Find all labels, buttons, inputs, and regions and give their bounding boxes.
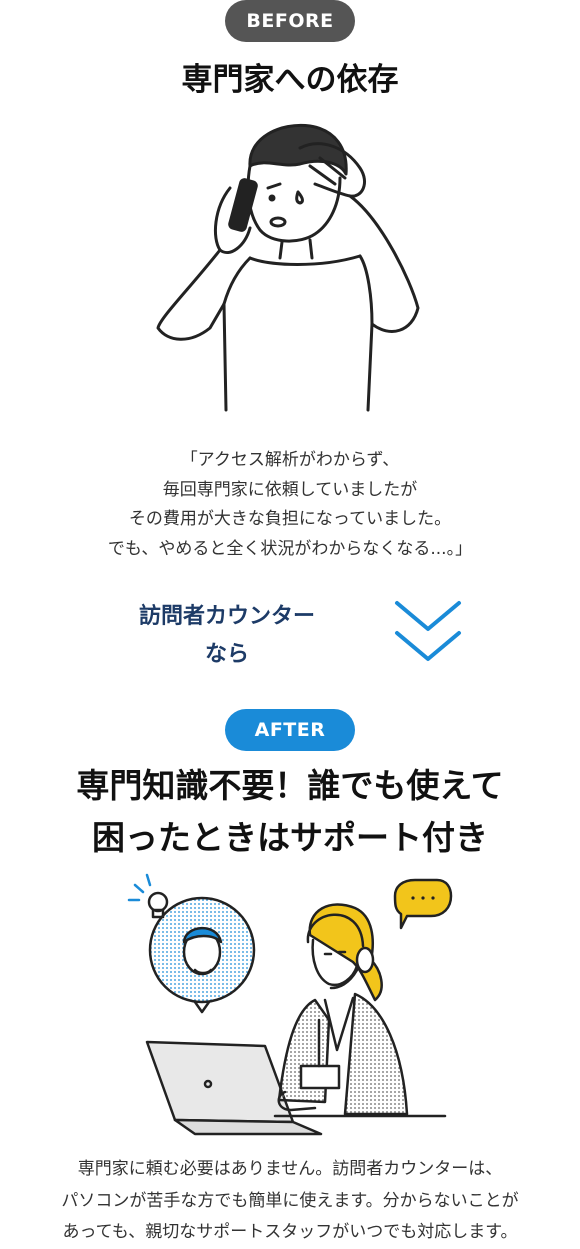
before-badge: BEFORE xyxy=(225,0,355,42)
double-chevron-down-icon xyxy=(395,601,461,661)
quote-line: 毎回専門家に依頼していましたが xyxy=(162,479,418,500)
after-badge: AFTER xyxy=(225,709,355,751)
description-line: パソコンが苦手な方でも簡単に使えます。分からないことが xyxy=(61,1190,519,1211)
quote-line: その費用が大きな負担になっていました。 xyxy=(128,509,452,529)
before-title: 専門家への依存 xyxy=(181,62,399,98)
worried-man-illustration xyxy=(156,123,420,412)
support-operator-illustration xyxy=(127,873,453,1136)
quote-line: でも、やめると全く状況がわからなくなる...。」 xyxy=(107,538,473,559)
testimonial-quote: 「アクセス解析がわからず、 毎回専門家に依頼していましたが その費用が大きな負担… xyxy=(0,446,580,564)
after-title: 専門知識不要！誰でも使えて 困ったときはサポート付き xyxy=(76,766,504,857)
quote-line: 「アクセス解析がわからず、 xyxy=(180,450,400,470)
description-line: あっても、親切なサポートスタッフがいつでも対応します。 xyxy=(62,1222,518,1242)
visitor-counter-label: 訪問者カウンター なら xyxy=(138,604,315,667)
description-line: 専門家に頼む必要はありません。訪問者カウンターは、 xyxy=(77,1159,503,1179)
after-description: 専門家に頼む必要はありません。訪問者カウンターは、 パソコンが苦手な方でも簡単に… xyxy=(0,1154,580,1249)
